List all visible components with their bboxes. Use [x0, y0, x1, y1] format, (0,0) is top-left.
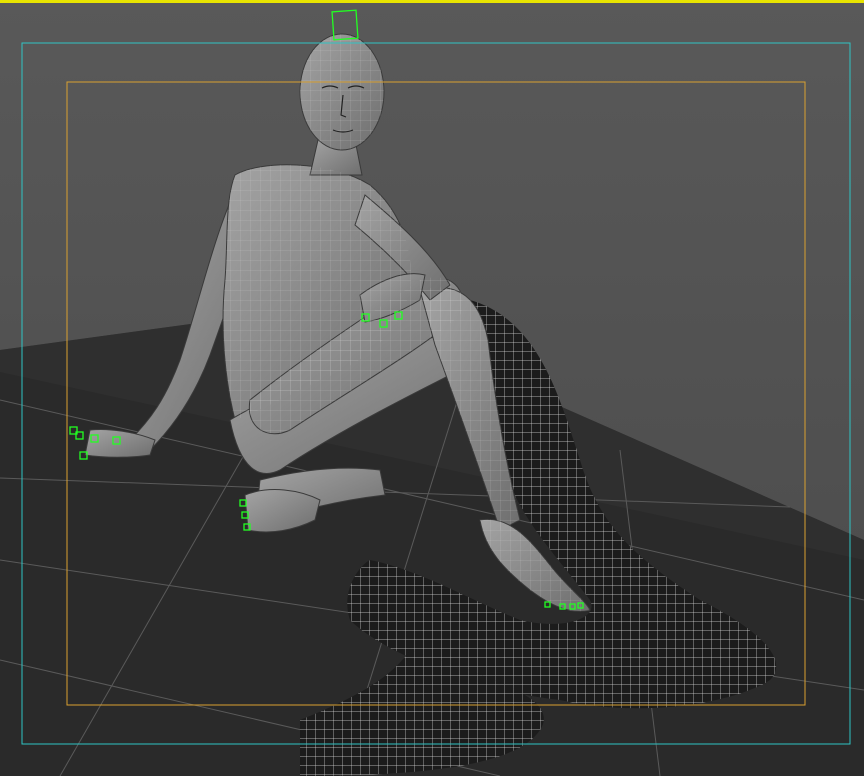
3d-viewport[interactable]: [0, 0, 864, 776]
scene-canvas[interactable]: [0, 0, 864, 776]
